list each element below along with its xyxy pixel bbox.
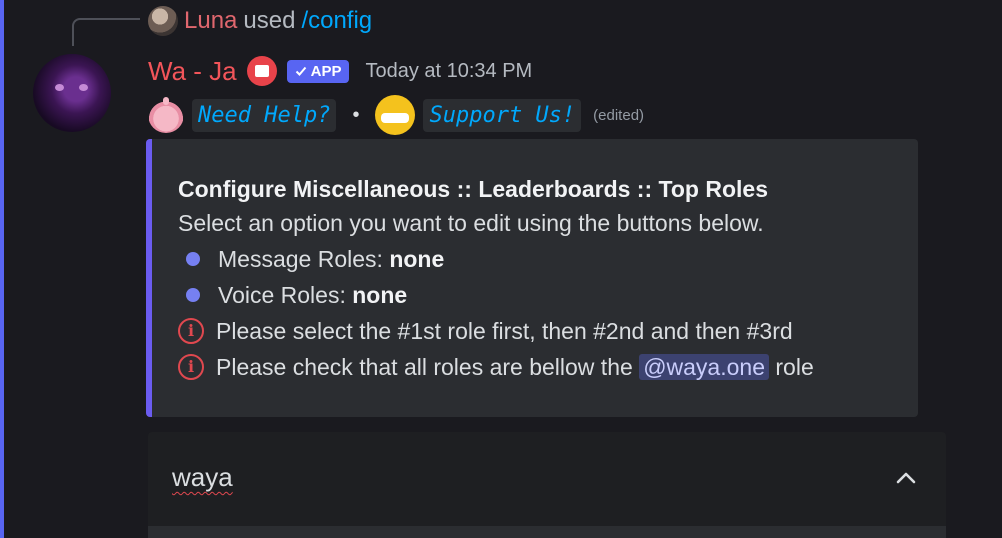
embed-accent-bar [146,139,152,417]
select-input-value[interactable]: waya [172,462,233,493]
role-select-menu[interactable]: waya [148,432,946,526]
embed-card: Configure Miscellaneous :: Leaderboards … [146,139,918,417]
note-text: Please check that all roles are bellow t… [216,354,633,380]
app-tag-label: APP [310,62,342,80]
role-badge-icon[interactable] [246,56,277,86]
edited-indicator: (edited) [593,106,645,124]
note-text-end: role [775,354,814,380]
reply-command[interactable]: /config [301,7,372,35]
author-name[interactable]: Wa - Ja [148,56,237,87]
reply-connector-line [72,18,140,46]
smile-emoji-icon [375,95,416,135]
reply-avatar[interactable] [148,6,178,36]
embed-title: Configure Miscellaneous :: Leaderboards … [178,176,768,202]
select-dropdown-list[interactable] [148,526,946,538]
avatar-eye [55,84,64,91]
role-mention[interactable]: @waya.one [639,354,769,380]
support-us-link[interactable]: Support Us! [423,98,582,132]
robot-emoji-icon [148,97,184,133]
message-content: Need Help? • Support Us! (edited) [148,94,644,136]
need-help-link[interactable]: Need Help? [192,98,337,132]
app-tag: APP [286,59,350,83]
field-label: Message Roles: [218,246,383,272]
field-label: Voice Roles: [218,282,346,308]
channel-accent-bar [0,0,4,538]
avatar-eye [79,84,88,91]
reply-used-text: used [243,7,296,34]
reply-context[interactable]: Luna used /config [148,6,372,36]
author-avatar[interactable] [33,54,111,132]
embed-field: Voice Roles: none [178,277,898,313]
bullet-icon [186,288,200,302]
separator-dot: • [352,103,360,126]
embed-field: Message Roles: none [178,241,898,277]
embed-note: i Please select the #1st role first, the… [178,313,898,349]
field-value: none [352,282,408,308]
chevron-up-icon[interactable] [894,466,918,490]
info-icon: i [178,354,204,380]
message-header: Wa - Ja APP Today at 10:34 PM [148,54,532,88]
note-text: Please select the #1st role first, then … [216,318,793,344]
check-icon [295,66,306,76]
info-icon: i [178,318,204,344]
embed-description: Select an option you want to edit using … [178,210,764,236]
reply-username[interactable]: Luna [184,7,237,35]
embed-note: i Please check that all roles are bellow… [178,349,898,385]
message-timestamp[interactable]: Today at 10:34 PM [365,60,532,83]
field-value: none [389,246,445,272]
embed-content: Configure Miscellaneous :: Leaderboards … [178,173,898,385]
bullet-icon [186,252,200,266]
